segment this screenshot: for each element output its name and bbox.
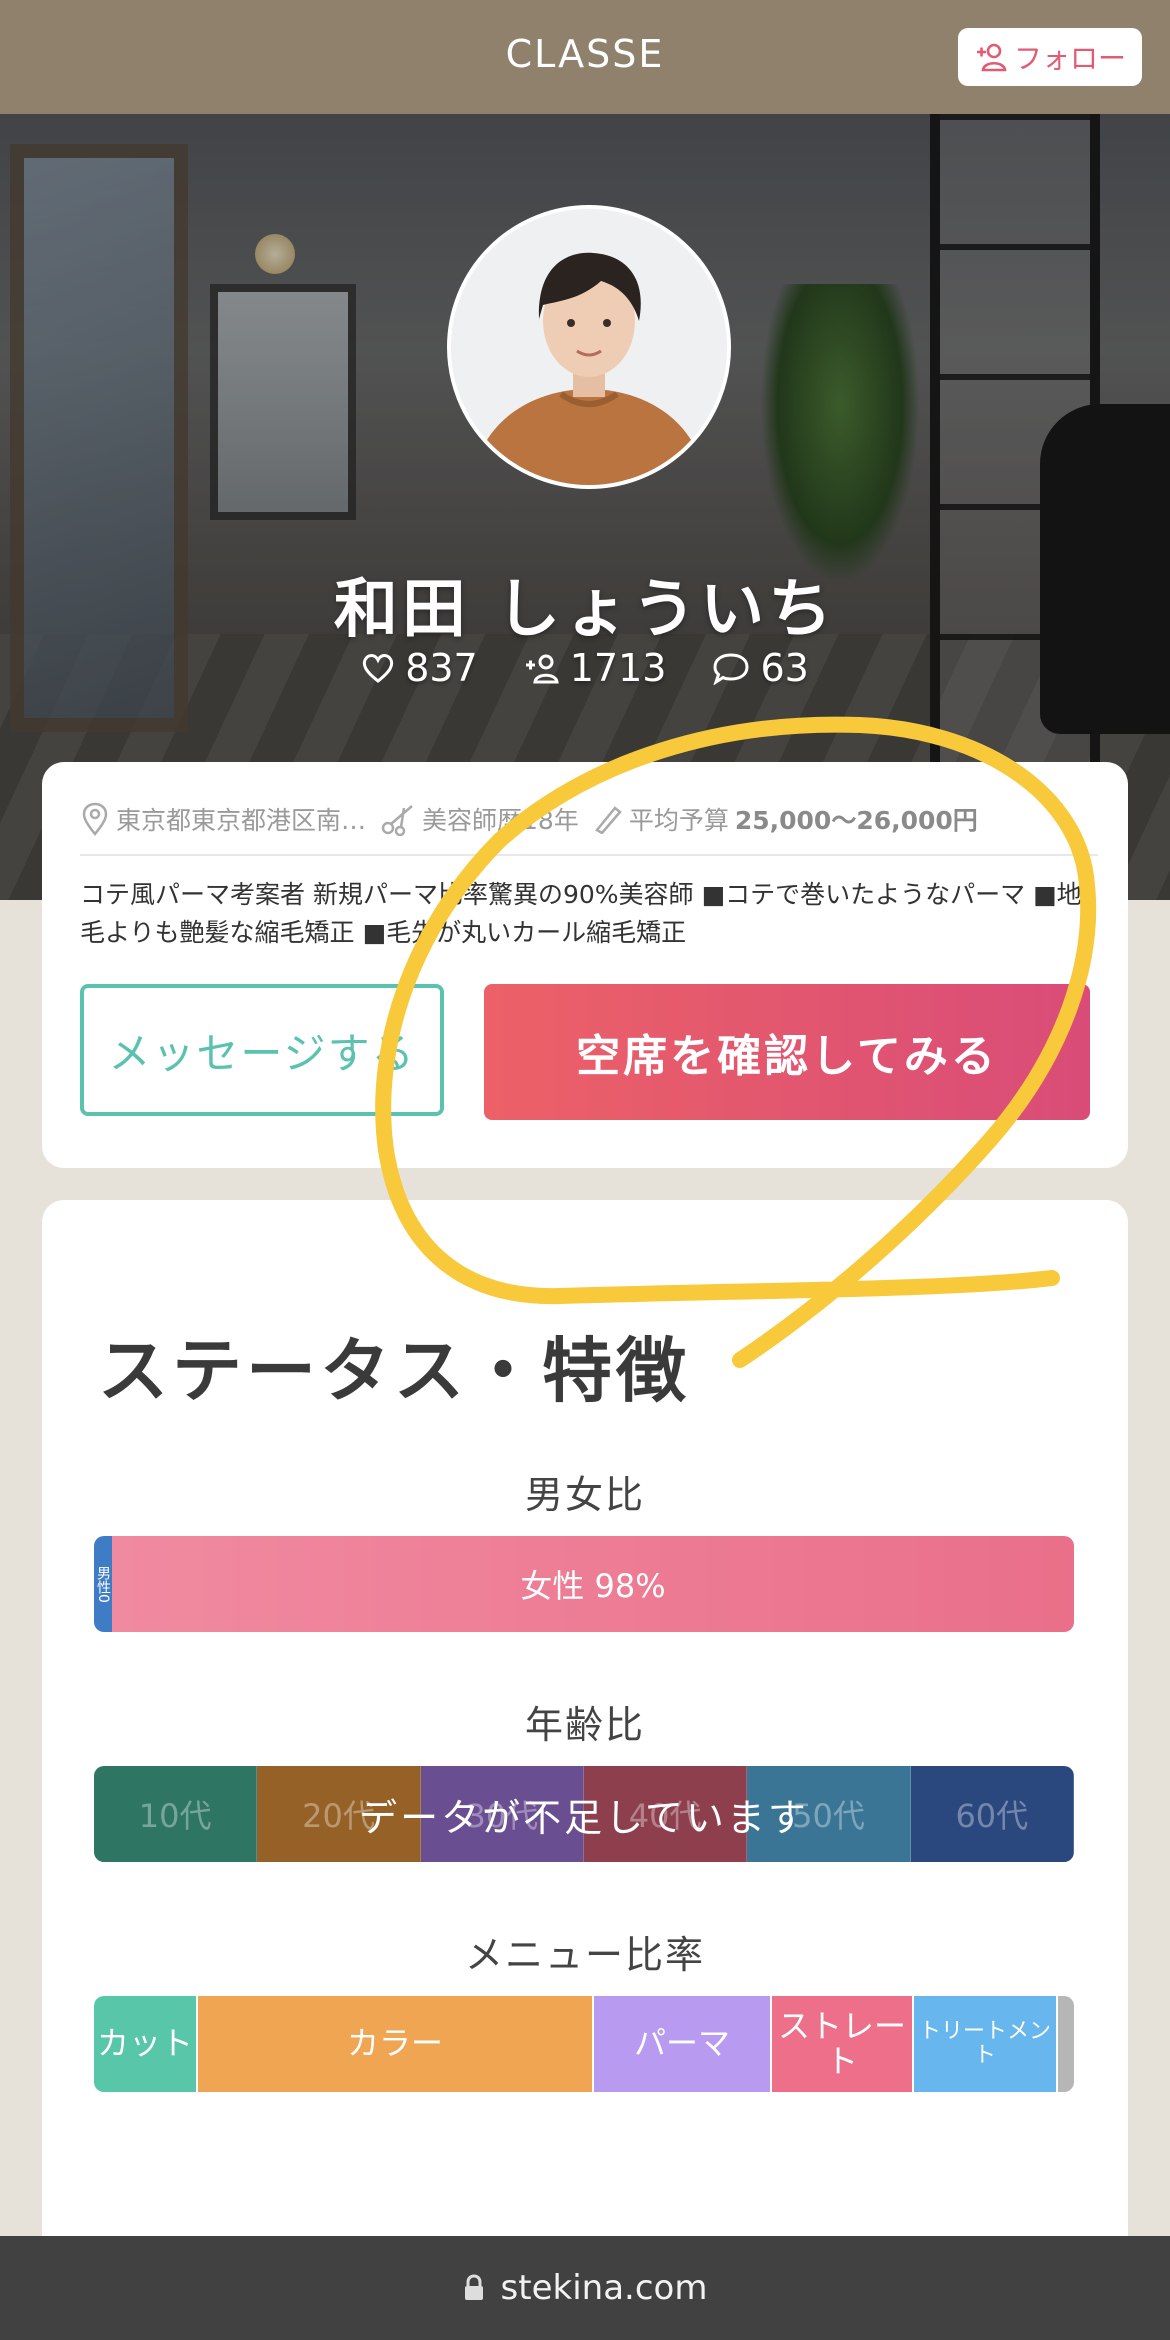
age-ratio-bar: 10代 20代 30代 40代 50代 60代 — [94, 1766, 1074, 1862]
age-segment-10s: 10代 — [94, 1766, 258, 1862]
age-segment-20s: 20代 — [257, 1766, 421, 1862]
follow-label: フォロー — [1013, 42, 1126, 75]
budget-info: 平均予算 25,000〜26,000円 — [593, 801, 978, 837]
section-title: ステータス・特徴 — [98, 1330, 690, 1412]
price-tag-icon — [594, 806, 622, 834]
menu-ratio-bar: カット カラー パーマ ストレート トリートメント — [94, 1996, 1074, 2092]
menu-segment-straight: ストレート — [772, 1996, 914, 2092]
menu-segment-perm: パーマ — [594, 1996, 772, 2092]
gender-ratio-bar: 男性0 女性 98% — [94, 1536, 1074, 1632]
browser-address-bar[interactable]: stekina.com — [0, 2236, 1170, 2340]
follow-button[interactable]: フォロー — [958, 28, 1142, 86]
age-segment-30s: 30代 — [420, 1766, 584, 1862]
likes-count: 837 — [405, 646, 478, 690]
menu-segment-other — [1058, 1996, 1074, 2092]
stylist-avatar[interactable] — [447, 205, 731, 489]
menu-segment-cut: カット — [94, 1996, 198, 2092]
profile-info-card: 東京都東京都港区南… 美容師歴18年 平均予算 25,000〜26,000円 コテ… — [42, 762, 1128, 1168]
gender-ratio-title: 男女比 — [524, 1473, 645, 1517]
message-button[interactable]: メッセージする — [80, 984, 444, 1116]
comments-stat[interactable]: 63 — [712, 646, 809, 690]
male-segment: 男性0 — [94, 1536, 112, 1632]
experience-info: 美容師歴18年 — [380, 801, 579, 837]
followers-count: 1713 — [569, 646, 667, 690]
budget-value: 25,000〜26,000円 — [734, 806, 978, 835]
age-segment-40s: 40代 — [583, 1766, 748, 1862]
comment-icon — [713, 653, 749, 685]
budget-label: 平均予算 — [628, 806, 729, 835]
status-features-card: ステータス・特徴 男女比 男性0 女性 98% 年齢比 10代 20代 30代 … — [42, 1200, 1128, 2260]
likes-stat[interactable]: 837 — [361, 646, 478, 690]
site-url: stekina.com — [500, 2268, 708, 2308]
scissors-icon — [381, 805, 413, 836]
stylist-intro: コテ風パーマ考案者 新規パーマ比率驚異の90%美容師 ■コテで巻いたようなパーマ… — [80, 880, 1082, 947]
menu-segment-treatment: トリートメント — [914, 1996, 1058, 2092]
experience-text: 美容師歴18年 — [422, 806, 579, 835]
age-ratio-title: 年齢比 — [524, 1703, 645, 1747]
app-header: CLASSE フォロー — [0, 0, 1170, 114]
info-row: 東京都東京都港区南… 美容師歴18年 平均予算 25,000〜26,000円 — [80, 794, 1098, 856]
check-availability-button[interactable]: 空席を確認してみる — [484, 984, 1090, 1120]
location-text: 東京都東京都港区南… — [116, 806, 367, 835]
add-user-icon — [525, 654, 559, 684]
lock-icon — [464, 2274, 483, 2300]
comments-count: 63 — [760, 646, 809, 690]
menu-segment-color: カラー — [198, 1996, 594, 2092]
location-info: 東京都東京都港区南… — [80, 801, 366, 837]
add-user-icon — [976, 43, 1007, 72]
age-segment-60s: 60代 — [910, 1766, 1074, 1862]
female-segment: 女性 98% — [112, 1536, 1074, 1632]
location-pin-icon — [82, 802, 108, 836]
age-segment-50s: 50代 — [747, 1766, 911, 1862]
followers-stat[interactable]: 1713 — [524, 646, 667, 690]
menu-ratio-title: メニュー比率 — [464, 1933, 705, 1977]
stylist-stats: 837 1713 63 — [0, 646, 1170, 690]
stylist-name: 和田 しょういち — [333, 573, 837, 647]
heart-icon — [363, 654, 394, 683]
